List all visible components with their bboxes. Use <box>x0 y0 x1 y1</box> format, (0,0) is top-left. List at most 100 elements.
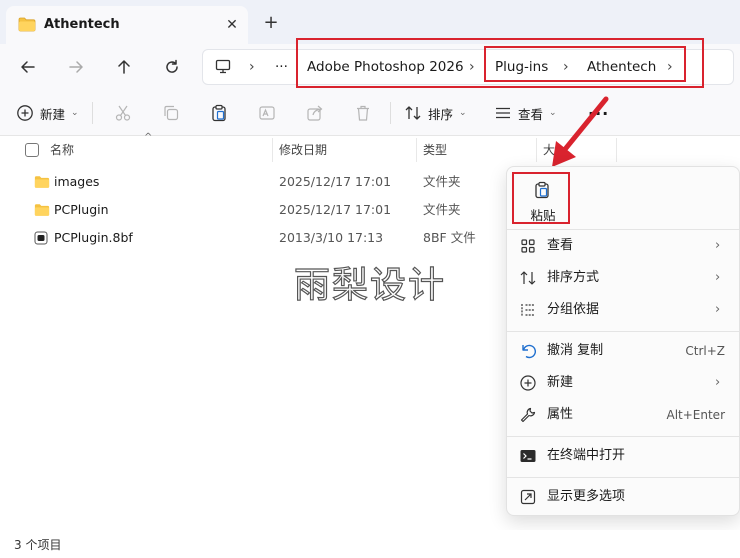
more-options-icon <box>520 489 536 505</box>
wrench-icon <box>520 407 536 423</box>
menu-divider <box>507 331 739 332</box>
chevron-down-icon: ⌄ <box>71 108 79 118</box>
status-bar: 3 个项目 <box>0 530 740 558</box>
undo-icon <box>522 344 536 359</box>
chevron-down-icon: ⌄ <box>459 108 467 118</box>
column-date[interactable]: 修改日期 <box>279 136 327 164</box>
grid-view-icon <box>521 239 535 253</box>
context-item-new[interactable]: 新建 › <box>507 368 739 398</box>
command-bar: 新建 ⌄ 排序 ⌄ 查看 ⌄ ··· <box>0 90 740 136</box>
context-item-undo-copy[interactable]: 撤消 复制 Ctrl+Z <box>507 336 739 366</box>
menu-shortcut: Alt+Enter <box>666 408 725 422</box>
address-more-button[interactable]: ··· <box>275 50 288 84</box>
chevron-right-icon: › <box>715 375 721 390</box>
menu-label: 新建 <box>547 375 574 390</box>
list-view-icon <box>496 107 510 119</box>
new-button[interactable]: 新建 ⌄ <box>16 98 79 128</box>
terminal-icon <box>520 450 536 462</box>
menu-label: 排序方式 <box>547 270 600 285</box>
menu-divider <box>507 436 739 437</box>
file-date: 2025/12/17 17:01 <box>279 174 392 189</box>
sort-icon <box>520 271 536 285</box>
context-item-properties[interactable]: 属性 Alt+Enter <box>507 400 739 430</box>
arrow-left-icon <box>21 61 35 73</box>
menu-divider <box>507 229 739 230</box>
column-divider <box>536 138 537 162</box>
context-item-show-more-options[interactable]: 显示更多选项 <box>507 482 739 512</box>
rename-icon <box>259 106 275 120</box>
delete-button[interactable] <box>354 98 372 128</box>
context-item-group-by[interactable]: 分组依据 › <box>507 295 739 325</box>
chevron-right-icon: › <box>249 59 255 75</box>
computer-icon[interactable] <box>215 59 231 78</box>
menu-divider <box>507 477 739 478</box>
file-type: 8BF 文件 <box>423 230 476 245</box>
forward-button[interactable] <box>62 53 90 81</box>
toolbar-divider <box>92 102 93 124</box>
menu-shortcut: Ctrl+Z <box>685 344 725 358</box>
chevron-right-icon: › <box>715 238 721 253</box>
context-item-open-in-terminal[interactable]: 在终端中打开 <box>507 441 739 471</box>
item-count: 3 个项目 <box>14 538 62 552</box>
file-name: images <box>54 174 100 189</box>
rename-button[interactable] <box>258 98 276 128</box>
menu-label: 分组依据 <box>547 302 600 317</box>
paste-button[interactable] <box>210 98 228 128</box>
column-divider <box>616 138 617 162</box>
file-type: 文件夹 <box>423 202 461 217</box>
copy-button[interactable] <box>162 98 180 128</box>
menu-label: 在终端中打开 <box>547 448 626 463</box>
column-divider <box>416 138 417 162</box>
column-name[interactable]: 名称 <box>50 136 74 164</box>
toolbar-divider <box>390 102 391 124</box>
annotation-arrow-icon <box>552 96 609 167</box>
plus-circle-icon <box>17 105 33 121</box>
tab-title: Athentech <box>44 17 120 32</box>
sort-icon <box>405 106 421 120</box>
file-type: 文件夹 <box>423 174 461 189</box>
column-type[interactable]: 类型 <box>423 136 447 164</box>
folder-icon <box>18 17 36 36</box>
share-icon <box>307 105 323 121</box>
folder-icon <box>34 175 50 193</box>
scissors-icon <box>115 105 131 121</box>
new-tab-button[interactable]: + <box>260 12 282 34</box>
sort-ascending-icon: ^ <box>144 132 153 143</box>
menu-label: 撤消 复制 <box>547 343 604 358</box>
context-item-sort-by[interactable]: 排序方式 › <box>507 263 739 293</box>
plus-circle-icon <box>520 375 536 391</box>
share-button[interactable] <box>306 98 324 128</box>
select-all-checkbox[interactable] <box>25 143 39 157</box>
column-header: ^ 名称 修改日期 类型 大 <box>0 132 740 164</box>
chevron-right-icon: › <box>715 302 721 317</box>
folder-icon <box>34 203 50 221</box>
cut-button[interactable] <box>114 98 132 128</box>
annotation-box-paste <box>512 172 570 224</box>
menu-label: 查看 <box>547 238 574 253</box>
watermark-text: 雨梨设计 <box>293 264 447 306</box>
context-item-view[interactable]: 查看 › <box>507 231 739 261</box>
arrow-right-icon <box>69 61 83 73</box>
chevron-right-icon: › <box>715 270 721 285</box>
arrow-up-icon <box>118 60 130 74</box>
back-button[interactable] <box>14 53 42 81</box>
close-tab-button[interactable]: ✕ <box>222 15 242 35</box>
file-date: 2013/3/10 17:13 <box>279 230 384 245</box>
clipboard-icon <box>212 104 226 122</box>
file-date: 2025/12/17 17:01 <box>279 202 392 217</box>
new-button-label: 新建 <box>40 106 66 122</box>
context-menu: 粘贴 查看 › 排序方式 › 分组依据 › 撤消 复制 Ctrl+Z 新建 › … <box>506 166 740 516</box>
column-divider <box>272 138 273 162</box>
refresh-icon <box>166 59 178 73</box>
tab-athentech[interactable]: Athentech ✕ <box>6 6 248 44</box>
up-button[interactable] <box>110 53 138 81</box>
file-name: PCPlugin.8bf <box>54 230 133 245</box>
annotation-box-plugins <box>484 46 686 82</box>
refresh-button[interactable] <box>158 53 186 81</box>
sort-button-label: 排序 <box>428 106 454 122</box>
menu-label: 显示更多选项 <box>547 489 626 504</box>
sort-button[interactable]: 排序 ⌄ <box>404 98 467 128</box>
menu-label: 属性 <box>547 407 574 422</box>
plugin-file-icon <box>34 231 48 249</box>
trash-icon <box>357 105 369 121</box>
